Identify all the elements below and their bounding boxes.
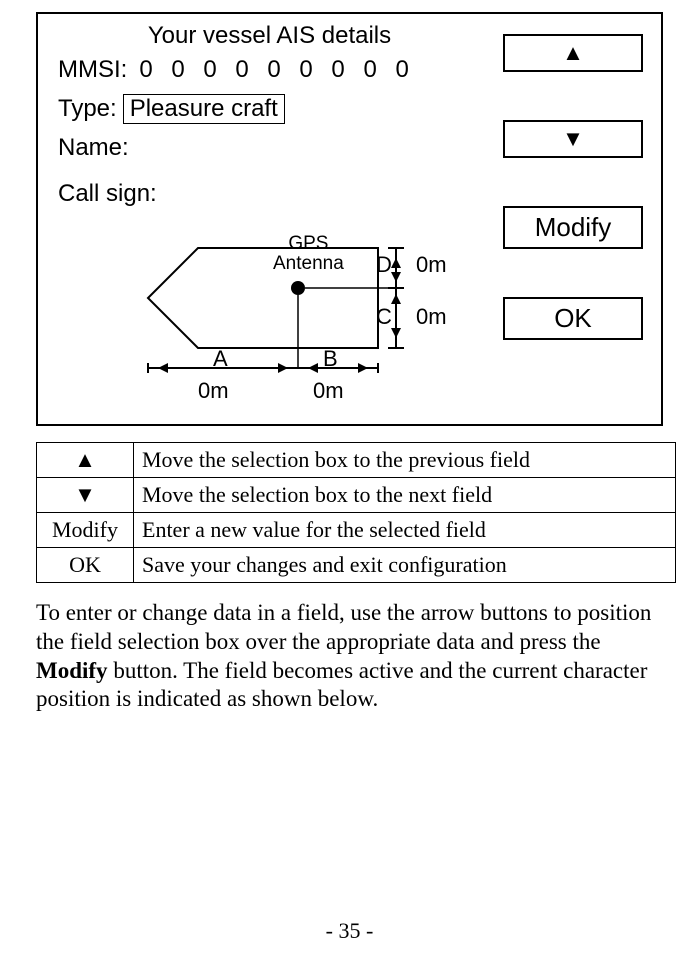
ok-button[interactable]: OK [503, 297, 643, 340]
ais-config-screen: Your vessel AIS details MMSI: 0 0 0 0 0 … [36, 12, 663, 426]
help-btn-ok: OK [37, 548, 134, 583]
help-btn-down: ▼ [37, 478, 134, 513]
up-button[interactable]: ▲ [503, 34, 643, 72]
button-help-table: ▲ Move the selection box to the previous… [36, 442, 676, 583]
triangle-up-icon: ▲ [562, 40, 584, 65]
name-label: Name: [58, 134, 129, 162]
table-row: Modify Enter a new value for the selecte… [37, 513, 676, 548]
table-row: ▲ Move the selection box to the previous… [37, 443, 676, 478]
help-desc-down: Move the selection box to the next field [134, 478, 676, 513]
type-label: Type: [58, 95, 117, 123]
modify-button[interactable]: Modify [503, 206, 643, 249]
dim-D-label: D [376, 252, 392, 278]
gps-antenna-label: GPS Antenna [273, 234, 344, 274]
fields-column: Your vessel AIS details MMSI: 0 0 0 0 0 … [58, 22, 471, 218]
dim-A-value[interactable]: 0m [198, 378, 229, 404]
dim-B-value[interactable]: 0m [313, 378, 344, 404]
mmsi-row: MMSI: 0 0 0 0 0 0 0 0 0 [58, 56, 471, 84]
callsign-label: Call sign: [58, 180, 157, 208]
dim-C-label: C [376, 304, 392, 330]
help-desc-modify: Enter a new value for the selected field [134, 513, 676, 548]
mmsi-label: MMSI: [58, 56, 127, 84]
table-row: OK Save your changes and exit configurat… [37, 548, 676, 583]
screen-title: Your vessel AIS details [68, 22, 471, 50]
button-column: ▲ ▼ Modify OK [503, 34, 643, 340]
name-row: Name: [58, 134, 471, 162]
help-desc-ok: Save your changes and exit configuration [134, 548, 676, 583]
antenna-diagram: GPS Antenna D 0m C 0m A B 0m 0m [128, 238, 478, 418]
help-btn-modify: Modify [37, 513, 134, 548]
dim-C-value[interactable]: 0m [416, 304, 447, 330]
help-btn-up: ▲ [37, 443, 134, 478]
page-number: - 35 - [0, 918, 699, 944]
table-row: ▼ Move the selection box to the next fie… [37, 478, 676, 513]
down-button[interactable]: ▼ [503, 120, 643, 158]
type-row: Type: Pleasure craft [58, 94, 471, 124]
mmsi-value[interactable]: 0 0 0 0 0 0 0 0 0 [139, 56, 414, 84]
triangle-down-icon: ▼ [562, 126, 584, 151]
callsign-row: Call sign: [58, 180, 471, 208]
instruction-paragraph: To enter or change data in a field, use … [36, 599, 659, 714]
type-value[interactable]: Pleasure craft [123, 94, 285, 124]
dim-D-value[interactable]: 0m [416, 252, 447, 278]
dim-B-label: B [323, 346, 338, 372]
help-desc-up: Move the selection box to the previous f… [134, 443, 676, 478]
dim-A-label: A [213, 346, 228, 372]
